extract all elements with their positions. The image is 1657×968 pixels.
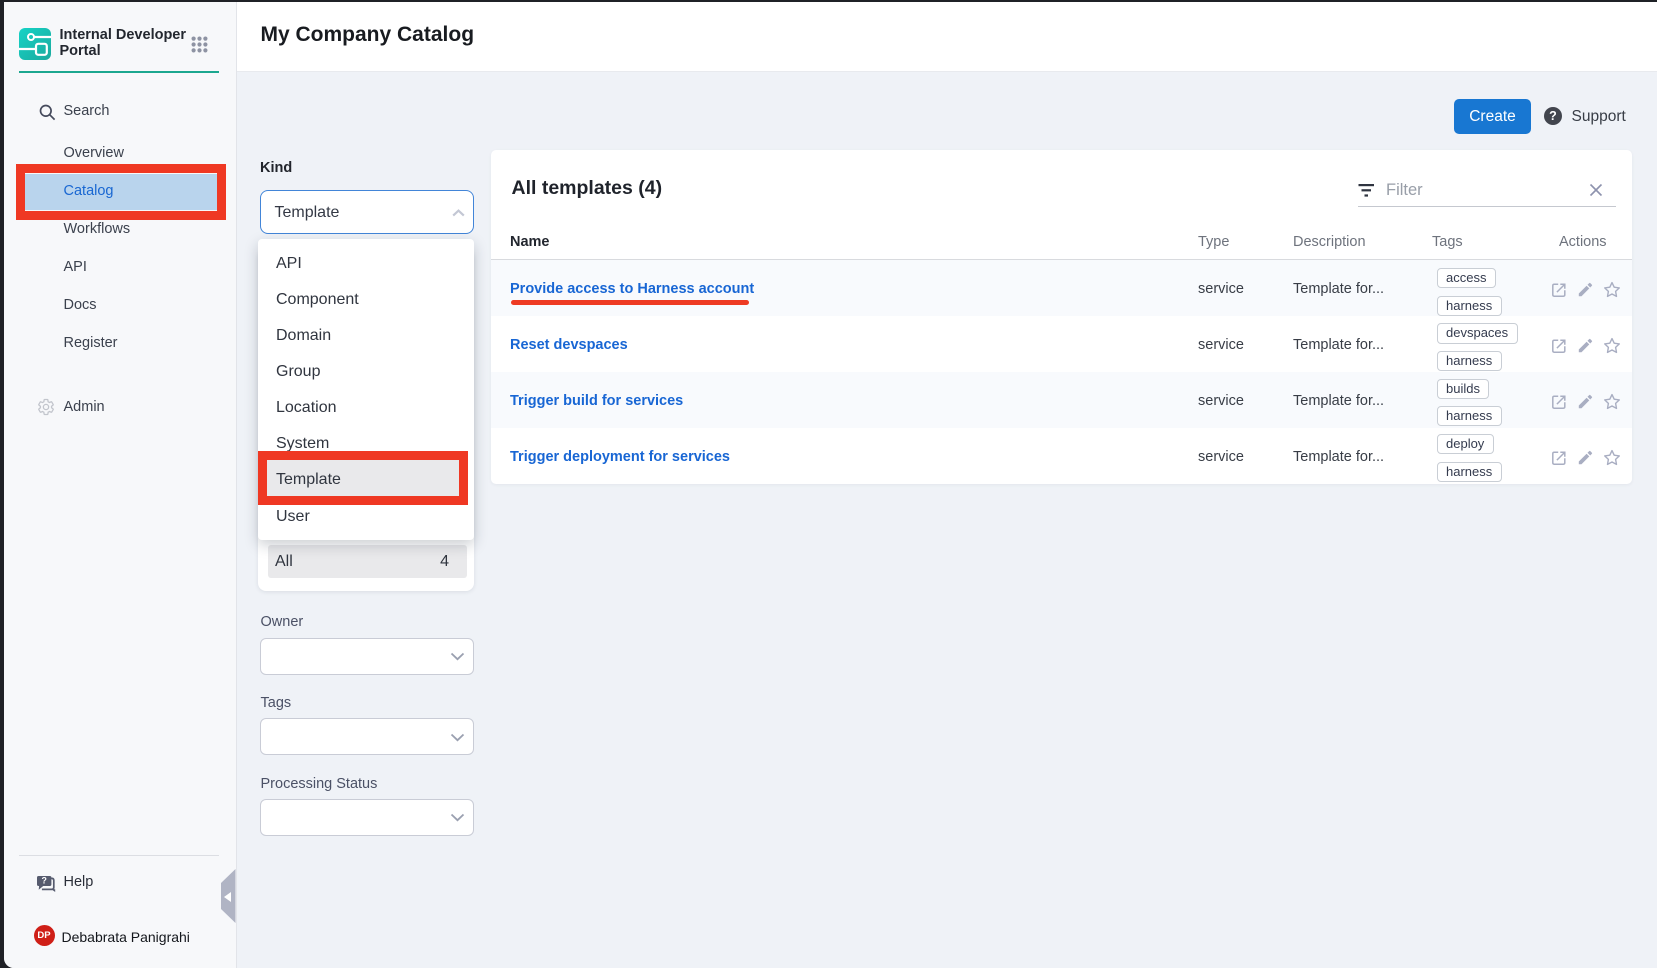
svg-text:?: ? [42,876,47,886]
